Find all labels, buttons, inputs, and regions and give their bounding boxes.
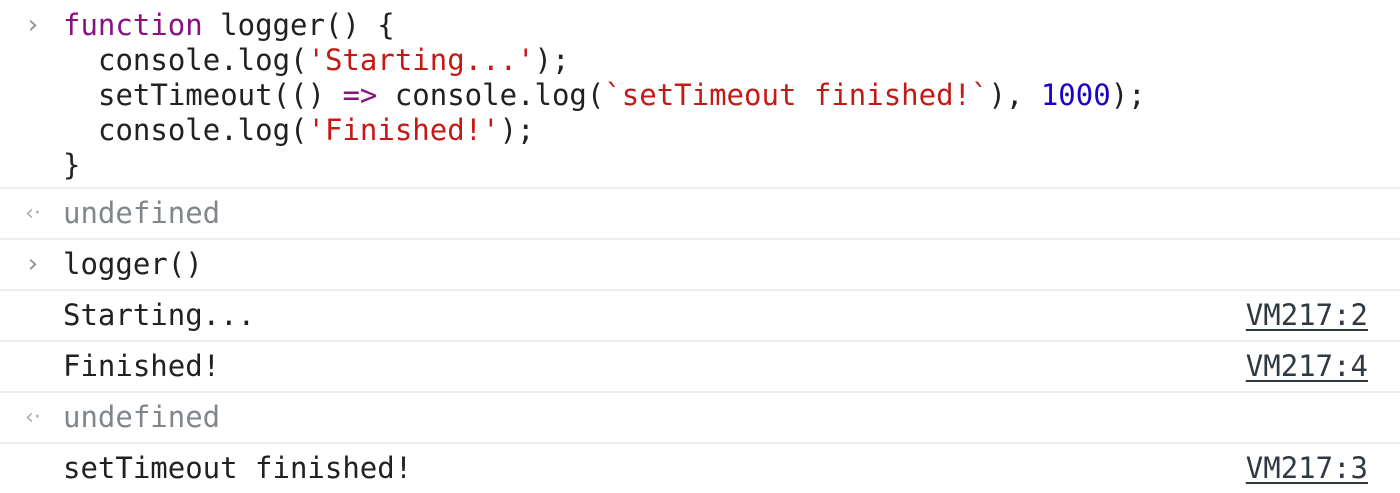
- code-line-1: function logger() {: [63, 8, 395, 43]
- console-input-entry: › function logger() { console.log('Start…: [0, 0, 1400, 189]
- code-token: ),: [988, 78, 1041, 112]
- code-token: setTimeout((): [98, 78, 343, 112]
- result-value: undefined: [63, 196, 221, 230]
- chevron-right-icon: ›: [27, 10, 39, 40]
- string-token: 'Starting...': [307, 43, 535, 77]
- chevron-right-icon: ›: [27, 249, 39, 279]
- source-link[interactable]: VM217:3: [1246, 451, 1368, 486]
- console-log-entry: Starting... VM217:2: [0, 291, 1400, 342]
- code-token: );: [499, 113, 535, 147]
- number-token: 1000: [1040, 78, 1111, 112]
- operator-token: =>: [342, 78, 378, 112]
- code-token: );: [534, 43, 570, 77]
- return-arrow-icon: ‹·: [25, 201, 41, 226]
- result-value: undefined: [63, 400, 221, 434]
- code-line-5: }: [63, 148, 81, 182]
- string-token: 'Finished!': [307, 113, 500, 147]
- code-token: );: [1110, 78, 1146, 112]
- code-line-2: console.log('Starting...');: [98, 43, 569, 78]
- console-result-entry: ‹· undefined: [0, 189, 1400, 240]
- code-line-3: setTimeout(() => console.log(`setTimeout…: [98, 78, 1146, 113]
- return-arrow-icon: ‹·: [25, 405, 41, 430]
- log-message: setTimeout finished!: [63, 451, 413, 485]
- code-line-4: console.log('Finished!');: [98, 113, 535, 148]
- log-message: Starting...: [63, 298, 256, 332]
- console-input-entry: › logger(): [0, 240, 1400, 291]
- code-token: console.log(: [98, 43, 308, 77]
- console-result-entry: ‹· undefined: [0, 393, 1400, 444]
- source-link[interactable]: VM217:2: [1246, 298, 1368, 333]
- code-token: console.log(: [377, 78, 605, 112]
- code-token: logger() {: [202, 8, 395, 42]
- devtools-console: › function logger() { console.log('Start…: [0, 0, 1400, 493]
- string-token: `setTimeout finished!`: [604, 78, 989, 112]
- input-command: logger(): [63, 247, 203, 281]
- code-token: console.log(: [98, 113, 308, 147]
- keyword-token: function: [63, 8, 203, 42]
- console-log-entry: Finished! VM217:4: [0, 342, 1400, 393]
- source-link[interactable]: VM217:4: [1246, 349, 1368, 384]
- console-log-entry: setTimeout finished! VM217:3: [0, 444, 1400, 493]
- log-message: Finished!: [63, 349, 221, 383]
